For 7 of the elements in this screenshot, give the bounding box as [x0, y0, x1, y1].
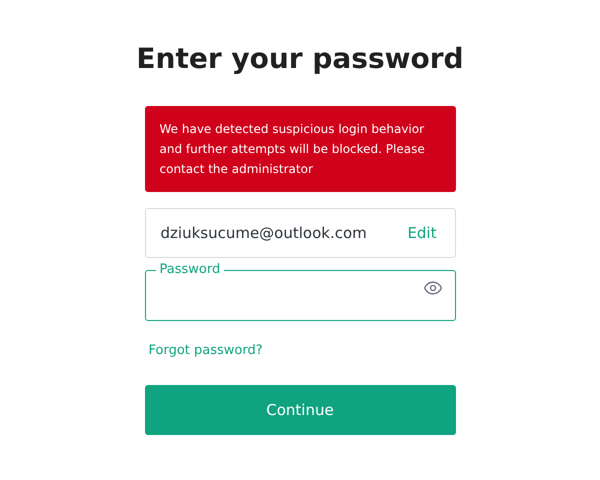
forgot-password-link[interactable]: Forgot password?	[148, 343, 263, 358]
error-alert: We have detected suspicious login behavior and further attempts will be blocked. Please contact the administrator	[144, 106, 456, 192]
email-field[interactable]: dziuksucume@outlook.com Edit	[144, 208, 456, 258]
page-title: Enter your password	[135, 41, 465, 77]
password-field[interactable]: Password	[144, 263, 456, 321]
edit-button[interactable]: Edit	[407, 222, 436, 244]
continue-button[interactable]: Continue	[144, 385, 456, 435]
